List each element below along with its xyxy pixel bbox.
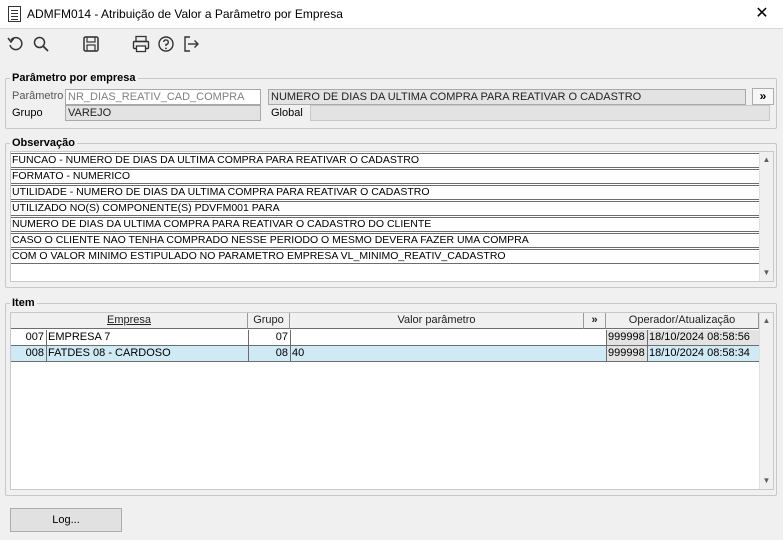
row-divider [11,345,760,346]
cell-empresa: EMPRESA 7 [48,331,111,343]
toolbar [0,29,783,59]
column-divider [606,330,607,362]
observacao-line: FORMATO - NUMERICO [11,169,760,184]
observacao-line: UTILIDADE - NUMERO DE DIAS DA ULTIMA COM… [11,185,760,200]
column-header-valor[interactable]: Valor parâmetro [290,313,584,329]
parametro-more-button[interactable]: » [752,88,774,105]
cell-empresa: FATDES 08 - CARDOSO [46,346,248,362]
column-header-grupo[interactable]: Grupo [248,313,290,329]
column-header-more-button[interactable]: » [584,313,606,329]
cell-codigo: 008 [11,346,46,362]
column-divider [248,330,249,362]
column-divider [46,330,47,362]
observacao-line: CASO O CLIENTE NAO TENHA COMPRADO NESSE … [11,233,760,248]
column-divider [647,330,648,362]
title-bar: ADMFM014 - Atribuição de Valor a Parâmet… [0,0,783,29]
parametro-description-field: NUMERO DE DIAS DA ULTIMA COMPRA PARA REA… [268,89,746,105]
observacao-line: NUMERO DE DIAS DA ULTIMA COMPRA PARA REA… [11,217,760,232]
column-header-empresa[interactable]: Empresa [11,313,248,329]
observacao-text-area[interactable]: FUNCAO - NUMERO DE DIAS DA ULTIMA COMPRA… [10,151,774,282]
observacao-line: COM O VALOR MINIMO ESTIPULADO NO PARAMET… [11,249,760,264]
undo-icon[interactable] [6,34,26,54]
window-title: ADMFM014 - Atribuição de Valor a Parâmet… [27,7,343,21]
global-field [310,105,770,121]
parametro-field[interactable]: NR_DIAS_REATIV_CAD_COMPRA [65,89,261,105]
grupo-field: VAREJO [65,105,261,121]
global-label: Global [271,107,303,119]
scroll-down-icon[interactable]: ▼ [760,265,773,281]
parametro-label: Parâmetro [12,90,64,102]
scroll-up-icon[interactable]: ▲ [760,313,773,329]
close-button[interactable]: ✕ [751,3,773,25]
document-icon [8,6,21,22]
grupo-label: Grupo [12,107,43,119]
save-icon[interactable] [81,34,101,54]
scroll-up-icon[interactable]: ▲ [760,152,773,168]
search-icon[interactable] [31,34,51,54]
cell-grupo: 07 [275,331,288,343]
help-icon[interactable] [156,34,176,54]
observacao-section-legend: Observação [12,137,75,149]
item-grid-scrollbar[interactable]: ▲ ▼ [759,313,773,489]
observacao-line: FUNCAO - NUMERO DE DIAS DA ULTIMA COMPRA… [11,153,760,168]
cell-grupo: 08 [248,346,290,362]
cell-valor[interactable]: 40 [290,346,606,362]
column-divider [290,330,291,362]
column-header-label: Empresa [106,314,152,326]
row-divider [11,361,760,362]
column-header-operador[interactable]: Operador/Atualização [606,313,759,329]
item-section-legend: Item [12,297,35,309]
cell-codigo: 007 [25,331,44,343]
parametro-section-legend: Parâmetro por empresa [12,72,136,84]
exit-icon[interactable] [181,34,201,54]
log-button[interactable]: Log... [10,508,122,532]
cell-valor[interactable] [290,330,606,346]
cell-operador: 999998 [606,346,647,362]
cell-atualizacao: 18/10/2024 08:58:34 [647,346,760,362]
cell-operador: 999998 [606,330,647,346]
observacao-line: UTILIZADO NO(S) COMPONENTE(S) PDVFM001 P… [11,201,760,216]
cell-atualizacao: 18/10/2024 08:58:56 [647,330,760,346]
print-icon[interactable] [131,34,151,54]
item-grid: Empresa Grupo Valor parâmetro » Operador… [10,312,774,490]
scroll-down-icon[interactable]: ▼ [760,473,773,489]
observacao-scrollbar[interactable]: ▲ ▼ [759,152,773,281]
